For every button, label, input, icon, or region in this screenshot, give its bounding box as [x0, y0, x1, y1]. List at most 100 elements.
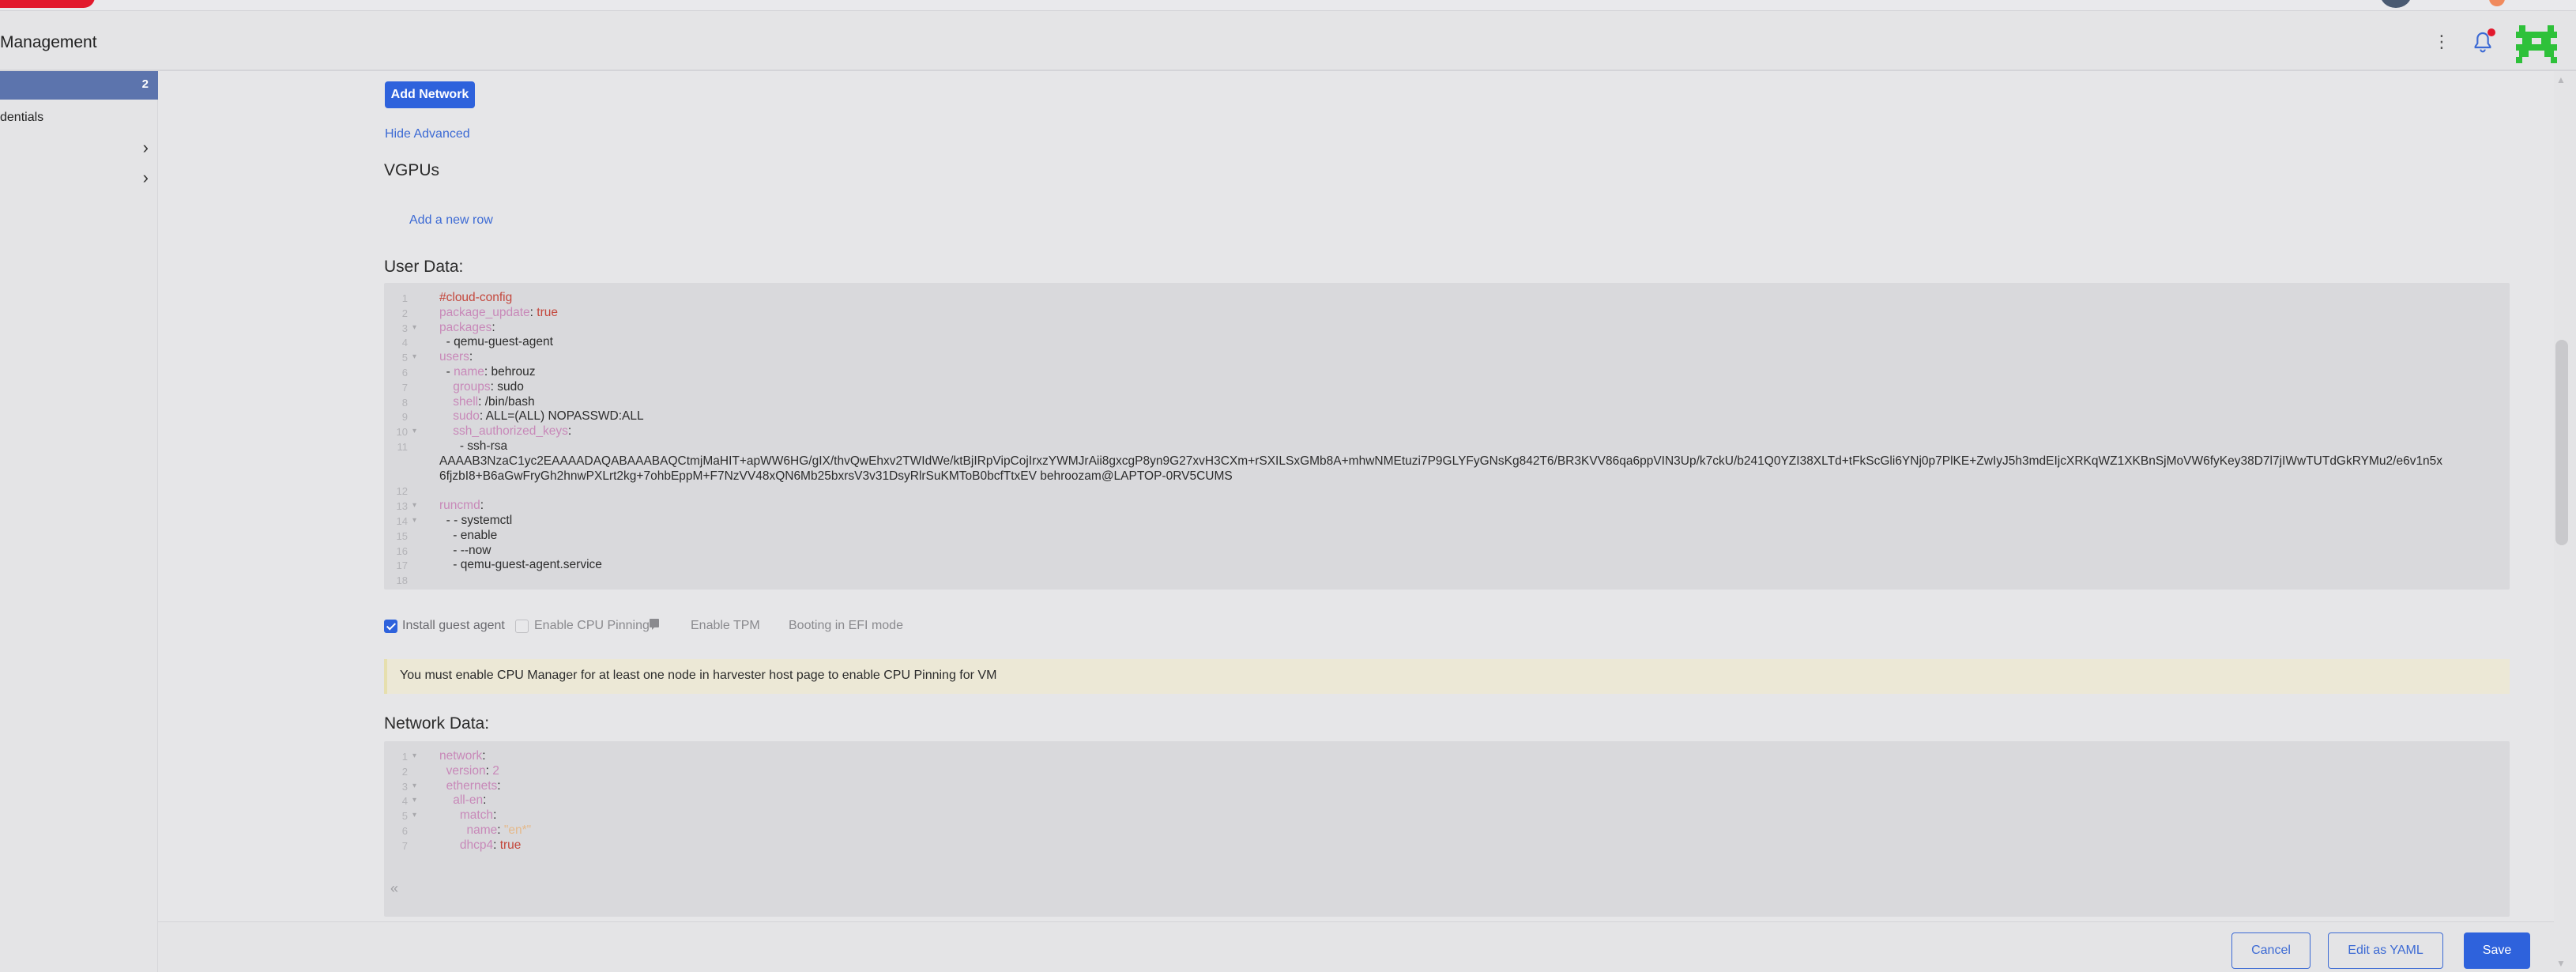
cpu-pinning-label: Enable CPU Pinning [534, 619, 650, 632]
line-number: 5 [401, 810, 408, 823]
sidebar-item-active[interactable]: 2 [0, 71, 158, 100]
edit-as-yaml-button[interactable]: Edit as YAML [2328, 932, 2443, 969]
sidebar-item-credentials[interactable]: dentials [0, 104, 158, 133]
code-line: #cloud-config [439, 291, 513, 304]
code-line: - --now [439, 543, 491, 557]
code-line: - qemu-guest-agent [439, 335, 553, 349]
code-line: 6fjzbI8+B6aGwFryGh2hnwPXLrt2kg+7ohbEppM+… [439, 469, 1233, 483]
code-line: network: [439, 749, 486, 763]
more-options-icon[interactable]: ⋮ [2432, 32, 2451, 54]
user-avatar[interactable] [2380, 0, 2412, 8]
line-number: 4 [401, 337, 408, 349]
code-line: dhcp4: true [459, 838, 522, 852]
chevron-right-icon: › [142, 138, 149, 157]
line-number: 10 [396, 426, 408, 439]
code-line: - enable [439, 528, 498, 542]
enable-tpm-label[interactable]: Enable TPM [691, 619, 760, 633]
fold-toggle-icon[interactable]: ▾ [412, 752, 416, 760]
line-number: 12 [396, 485, 408, 498]
app-header: Management ⋮ [0, 11, 2576, 71]
sidebar-group-collapsed[interactable]: › [0, 164, 158, 193]
cancel-button[interactable]: Cancel [2231, 932, 2310, 969]
code-line: shell: /bin/bash [453, 394, 535, 409]
install-guest-agent-label: Install guest agent [402, 619, 505, 632]
user-data-editor[interactable]: 1 #cloud-config 2 package_update: true 3 ▾ pac… [384, 283, 2510, 590]
code-line: groups: sudo [453, 379, 524, 394]
notification-dot [2487, 28, 2495, 36]
collapse-arrows-icon[interactable]: « [390, 880, 398, 897]
add-network-button[interactable]: Add Network [385, 81, 475, 108]
line-number: 6 [401, 825, 408, 837]
fold-toggle-icon[interactable]: ▾ [412, 352, 416, 361]
line-number: 9 [401, 411, 408, 424]
code-line: sudo: ALL=(ALL) NOPASSWD:ALL [453, 409, 644, 424]
line-number: 14 [396, 515, 408, 527]
network-data-editor[interactable]: 1 ▾ network: 2 version: 2 3 ▾ ethernets: 4 ▾ al… [384, 741, 2510, 917]
line-number: 16 [396, 544, 408, 557]
code-line: version: 2 [446, 763, 499, 778]
line-number: 1 [401, 751, 408, 763]
browser-tab-indicator[interactable] [0, 0, 95, 8]
line-number: 3 [401, 322, 408, 334]
footer-bar: Cancel Edit as YAML Save [158, 921, 2560, 972]
scrollbar-thumb[interactable] [2555, 340, 2568, 545]
cpu-pinning-checkbox[interactable] [515, 620, 529, 633]
network-data-heading: Network Data: [384, 714, 490, 733]
app-logo-icon[interactable] [2516, 25, 2557, 63]
code-line: package_update: true [439, 305, 558, 319]
efi-boot-label[interactable]: Booting in EFI mode [789, 619, 903, 633]
code-line: users: [439, 350, 473, 364]
code-line: ssh_authorized_keys: [453, 424, 572, 439]
hide-advanced-link[interactable]: Hide Advanced [385, 127, 470, 141]
code-line: AAAAB3NzaC1yc2EAAAADAQABAAABAQCtmjMaHIT+… [439, 454, 2443, 468]
user-data-heading: User Data: [384, 258, 464, 276]
browser-extension-icon[interactable] [2489, 0, 2505, 6]
code-line: - - systemctl [439, 514, 513, 527]
fold-toggle-icon[interactable]: ▾ [412, 323, 416, 332]
sidebar-item-label: dentials [0, 111, 44, 124]
scroll-up-icon[interactable]: ▲ [2556, 74, 2566, 85]
sidebar: 2 dentials › › [0, 71, 158, 972]
fold-toggle-icon[interactable]: ▾ [412, 501, 416, 510]
fold-toggle-icon[interactable]: ▾ [412, 516, 416, 525]
line-number: 18 [396, 575, 408, 587]
line-number: 7 [401, 839, 408, 852]
line-number: 2 [401, 765, 408, 778]
code-line: ethernets: [446, 778, 501, 793]
sidebar-item-count: 2 [141, 77, 149, 91]
code-line: runcmd: [439, 499, 484, 513]
add-row-link[interactable]: Add a new row [409, 213, 493, 228]
code-line: name: "en*" [466, 823, 532, 837]
line-number: 2 [401, 307, 408, 319]
code-line: packages: [439, 320, 495, 334]
line-number: 5 [401, 352, 408, 364]
info-icon[interactable] [648, 618, 661, 631]
line-number: 6 [401, 367, 408, 379]
line-number: 8 [401, 396, 408, 409]
line-number: 15 [396, 529, 408, 542]
scroll-down-icon[interactable]: ▼ [2556, 958, 2566, 969]
line-number: 1 [401, 292, 408, 304]
code-line: - ssh-rsa [439, 439, 508, 453]
code-line: - qemu-guest-agent.service [439, 558, 602, 572]
sidebar-group-collapsed[interactable]: › [0, 134, 158, 163]
code-line: - name: behrouz [439, 365, 536, 379]
line-number: 11 [397, 441, 409, 453]
line-number: 13 [396, 500, 408, 513]
fold-toggle-icon[interactable]: ▾ [412, 427, 416, 435]
save-button[interactable]: Save [2464, 932, 2530, 969]
page-title: Management [0, 33, 97, 51]
install-guest-agent-checkbox[interactable] [384, 620, 397, 633]
line-number: 17 [396, 559, 408, 572]
cpu-manager-warning: You must enable CPU Manager for at least… [384, 659, 2510, 694]
warning-text: You must enable CPU Manager for at least… [400, 669, 997, 682]
line-number: 7 [401, 381, 408, 394]
line-number: 3 [401, 780, 408, 793]
line-number: 4 [401, 795, 408, 808]
fold-toggle-icon[interactable]: ▾ [412, 811, 416, 819]
code-line: all-en: [453, 793, 487, 808]
fold-toggle-icon[interactable]: ▾ [412, 796, 416, 804]
fold-toggle-icon[interactable]: ▾ [412, 782, 416, 790]
chevron-right-icon: › [142, 168, 149, 187]
browser-strip [0, 0, 2576, 11]
